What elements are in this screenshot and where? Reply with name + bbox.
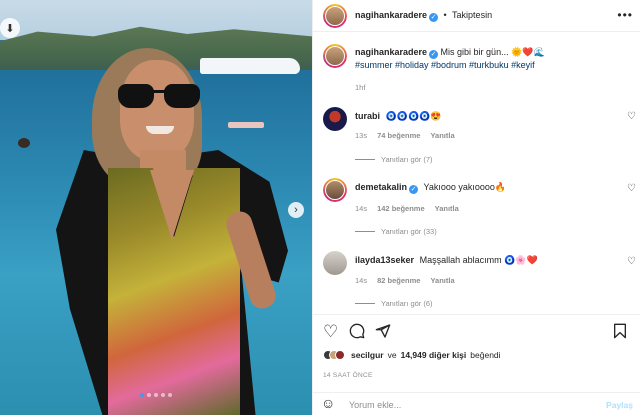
comment-input[interactable]: [349, 397, 589, 413]
sunglasses: [118, 84, 202, 108]
caption-hashtags[interactable]: #summer #holiday #bodrum #turkbuku #keyi…: [355, 60, 535, 70]
comment-body: demetakalin ✓ Yakıooo yakıoooo🔥: [355, 181, 615, 194]
caption-username[interactable]: nagihankaradere: [355, 47, 427, 57]
comment-like-icon[interactable]: ♡: [627, 256, 636, 267]
comment-avatar[interactable]: [323, 107, 347, 131]
comment-likes[interactable]: 142 beğenme: [377, 204, 425, 213]
post-panel: nagihankaradere ✓ • Takiptesin ••• nagiha…: [312, 0, 640, 415]
verified-badge-icon: ✓: [429, 13, 439, 22]
see-replies-button[interactable]: Yanıtları gör (6): [355, 299, 433, 308]
comment-avatar[interactable]: [323, 251, 347, 275]
caption-avatar[interactable]: [323, 44, 347, 68]
paper-plane-icon[interactable]: [375, 323, 391, 343]
comment-like-icon[interactable]: ♡: [627, 111, 636, 122]
likes-connector: ve: [387, 350, 397, 360]
comment-text: Maşşallah ablacımm 🧿🌸❤️: [419, 255, 538, 265]
comment-icon[interactable]: [349, 323, 365, 343]
swimmer: [18, 138, 30, 148]
post-comment-button[interactable]: Paylaş: [606, 400, 633, 410]
bookmark-icon[interactable]: [613, 323, 627, 343]
author-username[interactable]: nagihankaradere: [355, 10, 427, 20]
carousel-dots: [140, 393, 172, 397]
comment-text: 🧿🧿🧿🧿😍: [385, 111, 442, 121]
see-replies-label: Yanıtları gör (6): [381, 299, 433, 308]
face: [120, 60, 194, 160]
post-actions: ♡: [313, 314, 640, 350]
post-media[interactable]: ⬇ ›: [0, 0, 312, 415]
comment-body: turabi 🧿🧿🧿🧿😍: [355, 110, 615, 122]
comment-like-icon[interactable]: ♡: [627, 183, 636, 194]
reply-button[interactable]: Yanıtla: [435, 204, 459, 213]
smile: [146, 126, 174, 134]
see-replies-label: Yanıtları gör (7): [381, 155, 433, 164]
reply-button[interactable]: Yanıtla: [430, 131, 454, 140]
see-replies-button[interactable]: Yanıtları gör (7): [355, 155, 433, 164]
download-icon[interactable]: ⬇: [0, 18, 20, 38]
comment-username[interactable]: demetakalin: [355, 182, 407, 192]
small-boat: [228, 122, 264, 128]
reply-button[interactable]: Yanıtla: [430, 276, 454, 285]
likes-count[interactable]: 14,949 diğer kişi: [401, 350, 467, 360]
carousel-dot: [140, 393, 144, 397]
carousel-dot: [168, 393, 172, 397]
follow-status[interactable]: Takiptesin: [452, 10, 492, 20]
boat: [200, 58, 300, 74]
comment-composer: ☺ Paylaş: [313, 392, 640, 415]
post-timestamp: 14 SAAT ÖNCE: [323, 372, 373, 379]
likes-suffix: beğendi: [470, 350, 501, 360]
comment-meta: 13s 74 beğenme Yanıtla: [355, 131, 455, 140]
separator: •: [443, 10, 447, 20]
next-slide-icon[interactable]: ›: [288, 202, 304, 218]
comment-meta: 14s 142 beğenme Yanıtla: [355, 204, 459, 213]
comment-time: 13s: [355, 131, 368, 140]
caption-meta: 1hf: [355, 83, 365, 92]
comment-avatar[interactable]: [323, 178, 347, 202]
see-replies-label: Yanıtları gör (33): [381, 227, 437, 236]
carousel-dot: [147, 393, 151, 397]
verified-badge-icon: ✓: [409, 185, 419, 194]
caption: nagihankaradere ✓ Mis gibi bir gün... 🌞❤️…: [355, 46, 625, 71]
caption-text: Mis gibi bir gün... 🌞❤️🌊: [440, 47, 545, 57]
instagram-post-modal: ⬇ › nagihankaradere ✓ • Takiptesin ••• n…: [0, 0, 640, 415]
comment-body: ilayda13seker Maşşallah ablacımm 🧿🌸❤️: [355, 254, 615, 266]
verified-badge-icon: ✓: [429, 50, 439, 59]
carousel-dot: [154, 393, 158, 397]
comment-likes[interactable]: 82 beğenme: [377, 276, 420, 285]
carousel-dot: [161, 393, 165, 397]
likes-summary[interactable]: secilgur ve 14,949 diğer kişi beğendi: [323, 350, 501, 360]
heart-outline-icon[interactable]: ♡: [323, 323, 338, 341]
liker-avatars: [323, 350, 345, 360]
comment-time: 14s: [355, 204, 368, 213]
post-header: nagihankaradere ✓ • Takiptesin •••: [313, 0, 640, 32]
caption-time: 1hf: [355, 83, 366, 92]
comment-likes[interactable]: 74 beğenme: [377, 131, 420, 140]
comment-username[interactable]: ilayda13seker: [355, 255, 414, 265]
liker-username[interactable]: secilgur: [351, 350, 384, 360]
author-avatar[interactable]: [323, 4, 347, 28]
more-options-icon[interactable]: •••: [617, 8, 633, 22]
comment-text: Yakıooo yakıoooo🔥: [423, 182, 507, 192]
comment-time: 14s: [355, 276, 368, 285]
see-replies-button[interactable]: Yanıtları gör (33): [355, 227, 437, 236]
emoji-icon[interactable]: ☺: [321, 395, 335, 411]
comment-username[interactable]: turabi: [355, 111, 380, 121]
comment-meta: 14s 82 beğenme Yanıtla: [355, 276, 455, 285]
